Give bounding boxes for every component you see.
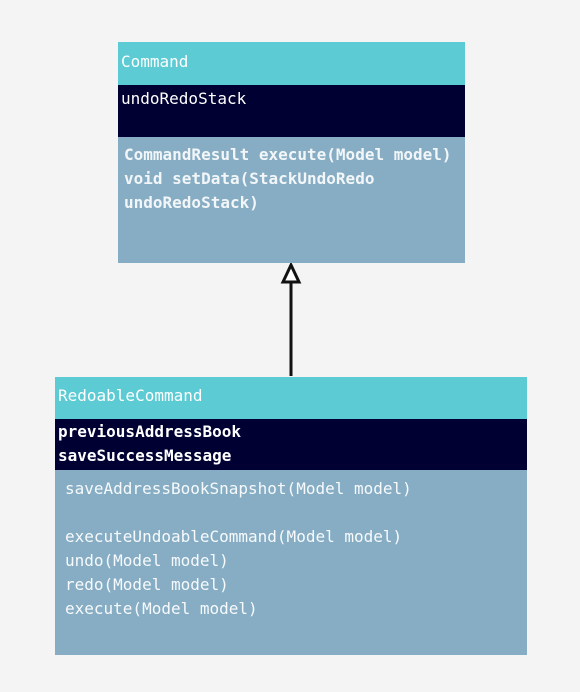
attribute-undo-redo-stack: undoRedoStack — [121, 89, 247, 108]
class-redoable-command-name: RedoableCommand — [55, 377, 527, 419]
method-execute-model: execute(Model model) — [65, 599, 258, 618]
class-redoable-command-attributes: previousAddressBook saveSuccessMessage — [55, 419, 527, 470]
method-undo: undo(Model model) — [65, 551, 229, 570]
attribute-save-success-message: saveSuccessMessage — [58, 446, 232, 465]
class-command-attributes: undoRedoStack — [118, 85, 465, 137]
attribute-previous-address-book: previousAddressBook — [58, 422, 242, 441]
inheritance-arrowhead — [280, 261, 302, 284]
class-command-name: Command — [118, 42, 465, 85]
class-command-methods: CommandResult execute(Model model) void … — [118, 137, 465, 263]
method-execute: CommandResult execute(Model model) — [124, 145, 452, 164]
class-redoable-command[interactable]: RedoableCommand previousAddressBook save… — [55, 377, 527, 655]
method-set-data: void setData(StackUndoRedo undoRedoStack… — [124, 169, 375, 212]
class-command[interactable]: Command undoRedoStack CommandResult exec… — [118, 42, 465, 263]
uml-class-diagram: Command undoRedoStack CommandResult exec… — [0, 0, 580, 692]
method-spacer — [65, 501, 517, 525]
method-save-address-book-snapshot: saveAddressBookSnapshot(Model model) — [65, 479, 412, 498]
method-redo: redo(Model model) — [65, 575, 229, 594]
class-redoable-command-methods: saveAddressBookSnapshot(Model model) exe… — [55, 470, 527, 655]
method-execute-undoable-command: executeUndoableCommand(Model model) — [65, 527, 403, 546]
